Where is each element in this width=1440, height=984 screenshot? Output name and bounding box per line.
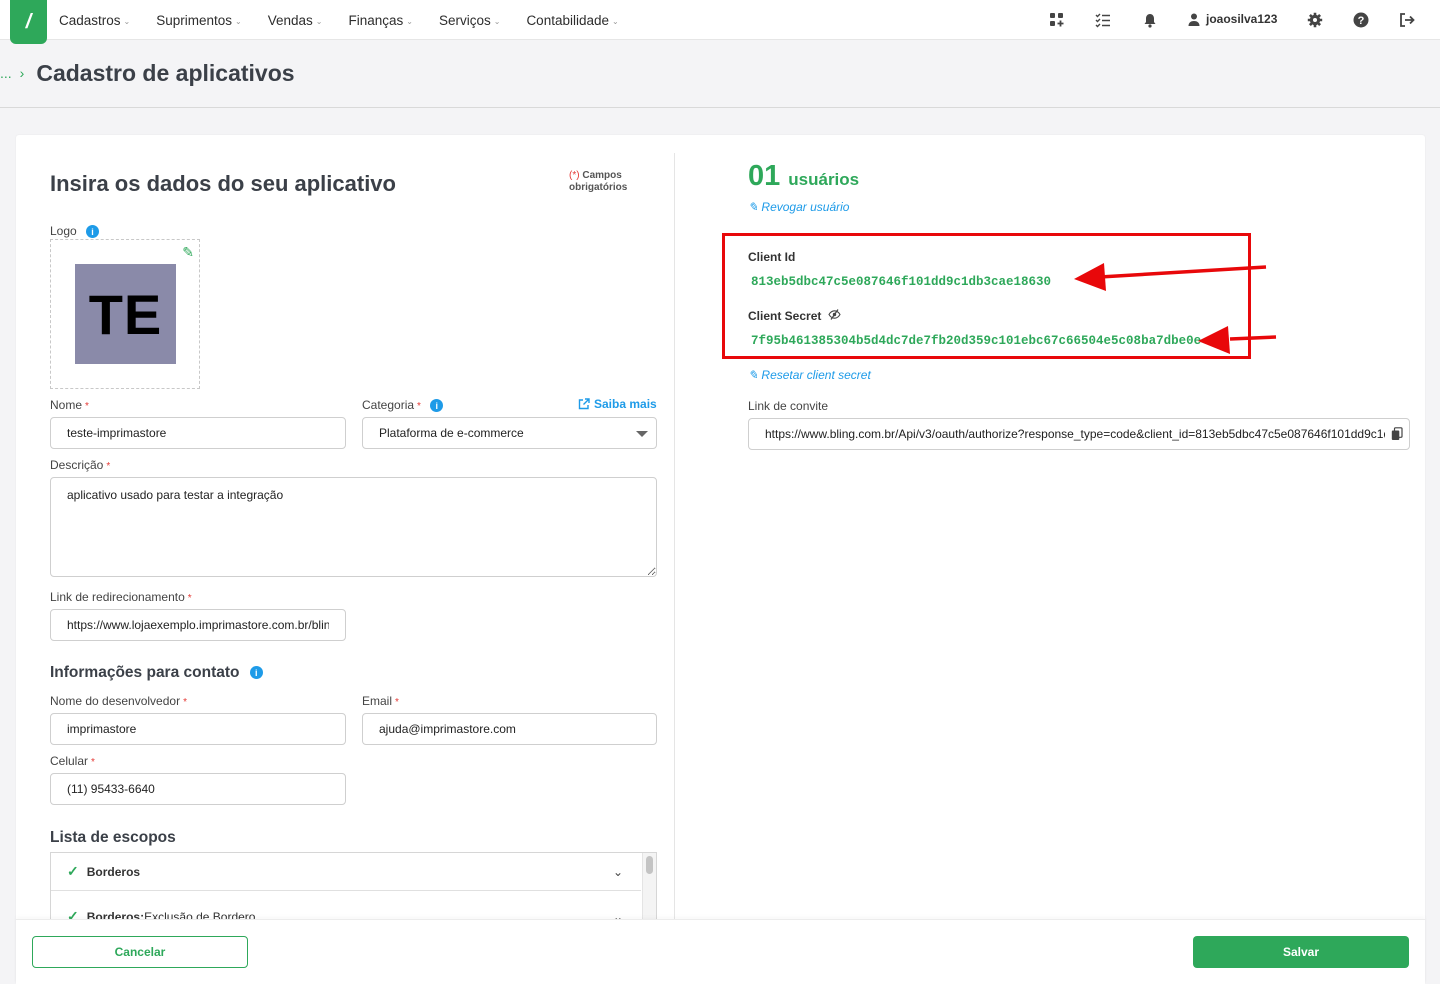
pencil-icon: ✎ xyxy=(748,200,759,214)
breadcrumb: ... › Cadastro de aplicativos xyxy=(0,58,295,88)
form-title: Insira os dados do seu aplicativo xyxy=(50,171,396,196)
chevron-right-icon: › xyxy=(19,65,25,81)
bell-icon[interactable] xyxy=(1142,12,1158,28)
required-note: (*) Campos obrigatórios xyxy=(569,170,628,193)
category-select[interactable]: Plataforma de e-commerce xyxy=(362,417,657,449)
menu-contabilidade[interactable]: Contabilidade ⌄ xyxy=(526,13,618,28)
learn-more-link[interactable]: Saiba mais xyxy=(578,397,657,411)
user-menu[interactable]: joaosilva123 xyxy=(1188,12,1277,26)
save-button[interactable]: Salvar xyxy=(1193,936,1409,968)
info-icon[interactable]: i xyxy=(86,225,100,239)
logo-image: TE xyxy=(75,264,176,364)
apps-icon[interactable] xyxy=(1049,12,1065,28)
main-menu: Cadastros ⌄ Suprimentos ⌄ Vendas ⌄ Finanças… xyxy=(59,0,645,40)
column-divider xyxy=(674,153,675,923)
menu-suprimentos[interactable]: Suprimentos ⌄ xyxy=(156,13,242,28)
cancel-button[interactable]: Cancelar xyxy=(32,936,248,968)
email-input[interactable] xyxy=(362,713,657,745)
chevron-down-icon: ⌄ xyxy=(235,16,242,26)
dev-name-input[interactable] xyxy=(50,713,346,745)
chevron-down-icon: ⌄ xyxy=(493,16,501,26)
logout-icon[interactable] xyxy=(1399,12,1415,28)
pencil-icon: ✎ xyxy=(748,368,759,382)
page-title: Cadastro de aplicativos xyxy=(36,59,295,86)
checklist-icon[interactable] xyxy=(1095,12,1111,28)
client-id-label: Client Id xyxy=(748,250,796,264)
client-secret-label: Client Secret xyxy=(748,309,841,323)
top-nav: / Cadastros ⌄ Suprimentos ⌄ Vendas ⌄ Finanç… xyxy=(0,0,1440,44)
user-icon xyxy=(1188,13,1200,26)
chevron-down-icon: ⌄ xyxy=(123,16,131,26)
copy-icon[interactable] xyxy=(1391,427,1403,444)
arrow-to-client-id xyxy=(1074,263,1267,291)
reset-secret-link[interactable]: ✎ Resetar client secret xyxy=(748,368,871,382)
redirect-label: Link de redirecionamento * xyxy=(50,590,192,604)
scope-scrollbar[interactable] xyxy=(642,853,656,921)
scrollbar-thumb[interactable] xyxy=(646,856,653,874)
chevron-down-icon: ⌄ xyxy=(315,16,323,26)
scope-item[interactable]: ✓ Borderos ⌄ xyxy=(51,853,641,891)
gear-icon[interactable] xyxy=(1307,12,1323,28)
scopes-title: Lista de escopos xyxy=(50,829,176,846)
chevron-down-icon: ⌄ xyxy=(612,16,619,26)
dropdown-arrow-icon xyxy=(636,431,648,437)
app-logo[interactable]: / xyxy=(10,0,47,44)
info-icon[interactable]: i xyxy=(430,399,444,413)
invite-label: Link de convite xyxy=(748,399,829,413)
svg-text:?: ? xyxy=(1358,15,1365,27)
description-textarea[interactable]: aplicativo usado para testar a integraçã… xyxy=(50,477,657,577)
arrow-to-client-secret xyxy=(1198,326,1277,354)
header-divider xyxy=(0,107,1440,108)
invite-link-field[interactable]: https://www.bling.com.br/Api/v3/oauth/au… xyxy=(748,418,1410,450)
users-count: 01 usuários xyxy=(748,160,860,192)
menu-servicos[interactable]: Serviços ⌄ xyxy=(439,13,500,28)
menu-cadastros[interactable]: Cadastros ⌄ xyxy=(59,13,130,28)
name-input[interactable] xyxy=(50,417,346,449)
revoke-user-link[interactable]: ✎ Revogar usuário xyxy=(748,200,849,214)
dev-name-label: Nome do desenvolvedor * xyxy=(50,694,187,708)
description-label: Descrição * xyxy=(50,458,111,472)
phone-input[interactable] xyxy=(50,773,346,805)
scope-list: ✓ Borderos ⌄ ✓ Borderos: Exclusão de Bor… xyxy=(50,852,657,922)
redirect-input[interactable] xyxy=(50,609,346,641)
menu-vendas[interactable]: Vendas ⌄ xyxy=(268,13,323,28)
annotation-arrows xyxy=(1074,263,1277,354)
external-link-icon xyxy=(578,398,590,410)
eye-off-icon[interactable] xyxy=(828,309,841,323)
phone-label: Celular * xyxy=(50,754,95,768)
contact-title: Informações para contato i xyxy=(50,664,263,682)
client-id-value: 813eb5dbc47c5e087646f101dd9c1db3cae18630 xyxy=(751,275,1052,289)
pencil-icon[interactable]: ✎ xyxy=(182,244,194,261)
breadcrumb-back[interactable]: ... xyxy=(0,65,12,81)
help-icon[interactable]: ? xyxy=(1353,12,1369,28)
info-icon[interactable]: i xyxy=(249,666,263,680)
logo-upload[interactable]: TE ✎ xyxy=(50,239,200,389)
username: joaosilva123 xyxy=(1206,12,1278,26)
logo-label: Logo i xyxy=(50,224,100,239)
menu-financas[interactable]: Finanças ⌄ xyxy=(348,13,412,28)
chevron-down-icon: ⌄ xyxy=(406,16,413,26)
check-icon: ✓ xyxy=(67,863,79,879)
chevron-down-icon[interactable]: ⌄ xyxy=(613,865,623,879)
email-label: Email * xyxy=(362,694,399,708)
name-label: Nome * xyxy=(50,398,89,412)
category-label: Categoria * i xyxy=(362,398,444,413)
